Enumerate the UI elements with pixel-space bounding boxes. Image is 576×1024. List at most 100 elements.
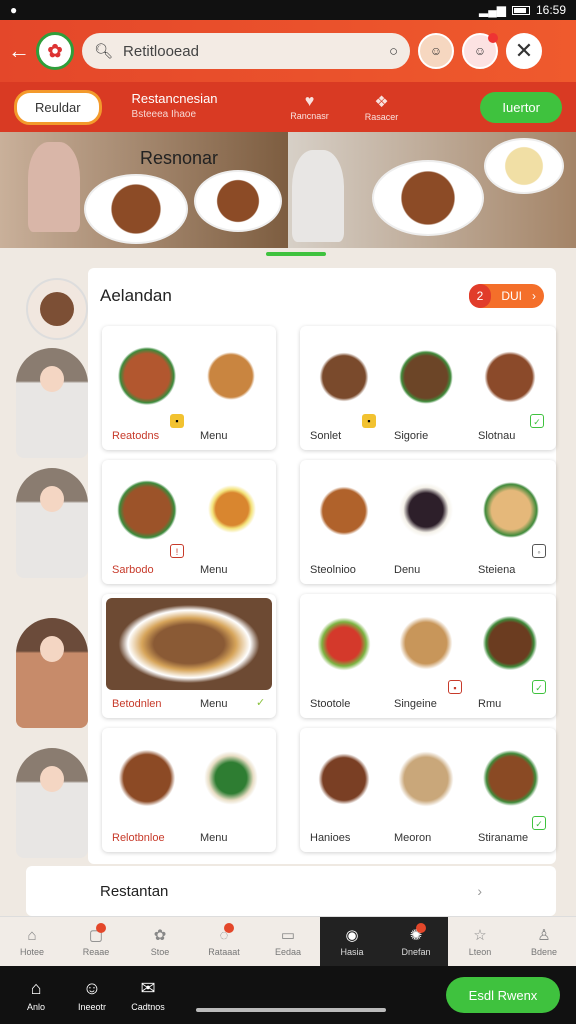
food-image bbox=[108, 468, 186, 552]
tab-9[interactable]: ♙ Bdene bbox=[512, 917, 576, 966]
tab-7[interactable]: ✺ Dnefan bbox=[384, 917, 448, 966]
card-label: Hanioes bbox=[310, 832, 351, 844]
menu-card[interactable]: Relotbnloe Menu bbox=[102, 728, 276, 852]
tab-label: Rataaat bbox=[208, 946, 240, 957]
card-label: Stiraname bbox=[478, 832, 529, 844]
food-image bbox=[386, 470, 466, 550]
filter-pill[interactable]: Reuldar bbox=[14, 89, 102, 125]
tag-badge: ▪ bbox=[170, 414, 184, 428]
tab-label: Lteon bbox=[468, 947, 492, 957]
status-bar: ● ▂▄▆ 16:59 bbox=[0, 0, 576, 20]
card-label: Sarbodo bbox=[112, 564, 154, 576]
bag-icon: ▭ bbox=[280, 927, 296, 944]
tab-label: Hasia bbox=[340, 947, 364, 957]
rail-figure-4 bbox=[16, 748, 88, 858]
tab-1[interactable]: ⌂ Hotee bbox=[0, 917, 64, 966]
notification-icon: ● bbox=[10, 3, 18, 17]
tag-badge: ▪ bbox=[448, 680, 462, 694]
panel-control-label: DUI bbox=[501, 289, 522, 303]
category-button-1[interactable]: ♥ Rancnasr bbox=[280, 93, 340, 121]
category-label-1: Rancnasr bbox=[290, 111, 329, 121]
menu-card[interactable]: ▪ Reatodns Menu bbox=[102, 326, 276, 450]
flower-icon: ✿ bbox=[153, 927, 167, 944]
panel-control[interactable]: 2 DUI › bbox=[468, 284, 544, 308]
card-label: Steolnioo bbox=[310, 564, 356, 576]
sub-title-text: Restancnesian bbox=[131, 91, 218, 106]
tab-3[interactable]: ✿ Stoe bbox=[128, 917, 192, 966]
card-label: Denu bbox=[394, 564, 421, 576]
food-image bbox=[472, 604, 548, 682]
tag-badge: ▪ bbox=[362, 414, 376, 428]
chevron-right-icon: › bbox=[532, 289, 536, 303]
food-image bbox=[306, 340, 382, 414]
nav-profile[interactable]: ☺ Ineeotr bbox=[66, 978, 118, 1012]
card-label: Slotnau bbox=[478, 430, 516, 442]
clock: 16:59 bbox=[535, 3, 566, 17]
tab-4[interactable]: ◌ Rataaat bbox=[192, 917, 256, 966]
app-logo[interactable]: ✿ bbox=[36, 32, 74, 70]
search-submit-icon[interactable]: ○ bbox=[389, 43, 398, 60]
nav-label: Cadtnos bbox=[131, 1002, 165, 1012]
notification-dot bbox=[416, 923, 426, 933]
banner-plate-1 bbox=[84, 174, 188, 244]
restaurant-row-title: Restantan bbox=[100, 882, 169, 900]
tab-label: Reaae bbox=[82, 947, 110, 957]
menu-card[interactable]: ▪ ✓ Sonlet Sigorie Slotnau bbox=[300, 326, 556, 450]
battery-icon bbox=[511, 5, 530, 15]
action-button[interactable]: Iuertor bbox=[480, 91, 562, 123]
user-avatar-2[interactable]: ☺ bbox=[462, 33, 498, 69]
tab-6[interactable]: ◉ Hasia bbox=[320, 917, 384, 966]
tab-5[interactable]: ▭ Eedaa bbox=[256, 917, 320, 966]
menu-card[interactable]: ▪ ✓ Stootole Singeine Rmu bbox=[300, 594, 556, 718]
nav-messages[interactable]: ✉ Cadtnos bbox=[122, 978, 174, 1012]
bag-icon: ❖ bbox=[374, 94, 389, 111]
tab-label: Bdene bbox=[530, 947, 558, 957]
restaurant-row[interactable]: Restantan › bbox=[26, 866, 556, 916]
sub-title: Restancnesian Bsteeea Ihaoe bbox=[132, 91, 218, 123]
card-label: Relotbnloe bbox=[112, 832, 165, 844]
food-image bbox=[306, 474, 382, 548]
home-icon: ⌂ bbox=[30, 978, 42, 998]
banner-person-1 bbox=[28, 142, 80, 232]
card-label: Menu bbox=[200, 698, 228, 710]
notification-dot bbox=[488, 33, 498, 43]
panel-title: Aelandan bbox=[100, 286, 172, 305]
menu-card[interactable]: ◦ Steolnioo Denu Steiena bbox=[300, 460, 556, 584]
check-icon: ✓ bbox=[532, 680, 546, 694]
chat-icon: ✉ bbox=[140, 978, 156, 998]
sub-subtitle-text: Bsteeea Ihaoe bbox=[131, 109, 197, 120]
smile-icon: ☺ bbox=[82, 978, 102, 998]
tab-label: Dnefan bbox=[401, 947, 431, 957]
banner-page-indicator bbox=[266, 252, 326, 256]
food-image bbox=[192, 340, 270, 412]
nav-home[interactable]: ⌂ Anlo bbox=[10, 978, 62, 1012]
heart-icon: ♥ bbox=[304, 93, 315, 110]
banner-title: Resnonar bbox=[140, 148, 219, 168]
close-icon[interactable]: ✕ bbox=[506, 33, 542, 69]
category-button-2[interactable]: ❖ Rasacer bbox=[352, 92, 412, 122]
user-avatar-1[interactable]: ☺ bbox=[418, 33, 454, 69]
card-label: Meoron bbox=[394, 832, 432, 844]
food-image bbox=[106, 736, 188, 820]
promo-banner[interactable]: Resnonar bbox=[0, 132, 576, 248]
card-label: Rmu bbox=[478, 698, 502, 710]
banner-plate-3 bbox=[372, 160, 484, 236]
sub-bar: Reuldar Restancnesian Bsteeea Ihaoe ♥ Ra… bbox=[0, 82, 576, 132]
card-label: Reatodns bbox=[112, 430, 160, 442]
tab-8[interactable]: ☆ Lteon bbox=[448, 917, 512, 966]
card-label: Menu bbox=[200, 430, 228, 442]
menu-card[interactable]: Betodnlen Menu ✓ bbox=[102, 594, 276, 718]
restaurant-avatar[interactable] bbox=[26, 278, 88, 340]
card-label: Singeine bbox=[394, 698, 437, 710]
rail-figure-1 bbox=[16, 348, 88, 458]
checkout-button[interactable]: Esdl Rwenx bbox=[446, 977, 560, 1013]
menu-card[interactable]: ! Sarbodo Menu bbox=[102, 460, 276, 584]
back-arrow-icon[interactable]: ← bbox=[8, 38, 30, 64]
tab-2[interactable]: ▢ Reaae bbox=[64, 917, 128, 966]
tag-badge: ◦ bbox=[532, 544, 546, 558]
tag-badge: ! bbox=[170, 544, 184, 558]
notification-dot bbox=[96, 923, 106, 933]
search-input[interactable]: 🔍︎ Retitlooead ○ bbox=[82, 33, 410, 69]
home-icon: ⌂ bbox=[27, 926, 37, 944]
menu-card[interactable]: ✓ Hanioes Meoron Stiraname bbox=[300, 728, 556, 852]
